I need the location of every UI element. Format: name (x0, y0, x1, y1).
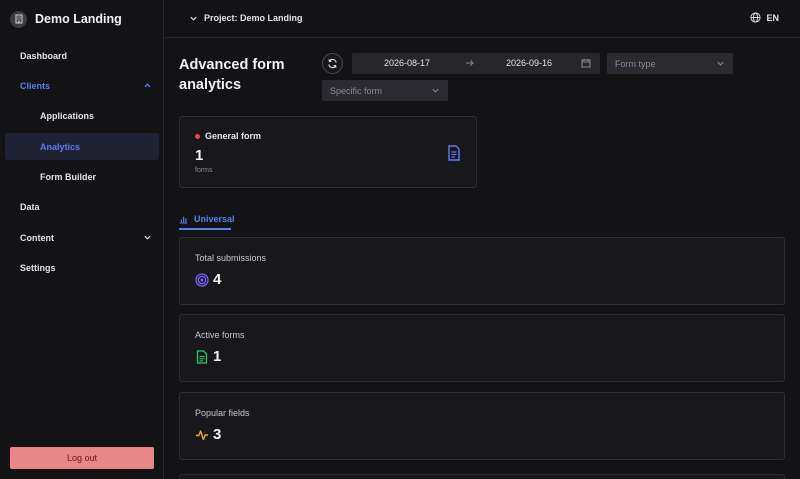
document-icon (196, 349, 208, 364)
tab-label: Universal (194, 214, 235, 224)
sidebar-item-content[interactable]: Content (5, 224, 159, 251)
sidebar: Demo Landing Dashboard Clients Applicati… (0, 0, 164, 479)
arrow-right-icon (466, 60, 474, 66)
language-label: EN (766, 12, 779, 23)
general-form-label: General form (205, 131, 262, 141)
stat-card-partial (179, 474, 785, 479)
chevron-down-icon (717, 61, 724, 66)
language-switcher[interactable]: EN (750, 12, 779, 23)
specific-form-select[interactable]: Specific form (322, 80, 448, 101)
activity-icon (196, 429, 208, 440)
sidebar-item-analytics[interactable]: Analytics (5, 133, 159, 160)
sidebar-item-clients[interactable]: Clients (5, 72, 159, 99)
sidebar-item-label: Clients (20, 80, 51, 91)
general-form-count: 1 (195, 147, 204, 164)
status-dot (195, 134, 200, 139)
bar-chart-icon (179, 216, 188, 224)
stat-card-total-submissions: Total submissions 4 (179, 237, 785, 305)
logout-button[interactable]: Log out (10, 447, 154, 469)
sidebar-item-form-builder[interactable]: Form Builder (5, 163, 159, 190)
form-type-placeholder: Form type (615, 58, 656, 69)
sidebar-item-settings[interactable]: Settings (5, 254, 159, 281)
stat-label: Popular fields (195, 408, 250, 418)
chevron-down-icon (190, 16, 197, 21)
stat-label: Total submissions (195, 253, 267, 263)
form-type-select[interactable]: Form type (607, 53, 733, 74)
building-icon (10, 10, 27, 28)
stat-label: Active forms (195, 330, 245, 340)
sidebar-item-label: Form Builder (40, 171, 97, 182)
sidebar-item-dashboard[interactable]: Dashboard (5, 42, 159, 69)
project-label: Project: Demo Landing (204, 13, 303, 23)
brand[interactable]: Demo Landing (10, 9, 122, 29)
date-start[interactable]: 2026-08-17 (384, 58, 430, 68)
sidebar-item-label: Dashboard (20, 50, 68, 61)
calendar-icon (581, 59, 591, 68)
target-icon (195, 272, 209, 287)
page-title: Advanced form analytics (179, 57, 285, 93)
stat-card-popular-fields: Popular fields 3 (179, 392, 785, 460)
specific-form-placeholder: Specific form (330, 85, 383, 96)
globe-icon (750, 12, 762, 23)
refresh-button[interactable] (322, 53, 343, 74)
sidebar-item-label: Settings (20, 262, 56, 273)
stat-value: 1 (213, 348, 222, 365)
stat-value: 4 (213, 271, 222, 288)
sidebar-item-label: Content (20, 232, 54, 243)
refresh-icon (328, 58, 337, 69)
stat-card-active-forms: Active forms 1 (179, 314, 785, 382)
date-end[interactable]: 2026-09-16 (506, 58, 552, 68)
general-form-card[interactable]: General form 1 forms (179, 116, 477, 188)
brand-title: Demo Landing (35, 12, 122, 26)
sidebar-item-label: Applications (40, 110, 95, 121)
date-range-picker[interactable]: 2026-08-17 2026-09-16 (352, 53, 600, 74)
stat-value: 3 (213, 426, 222, 443)
project-selector[interactable]: Project: Demo Landing (189, 13, 303, 23)
general-form-unit: forms (195, 167, 213, 174)
tab-universal[interactable]: Universal (179, 209, 235, 229)
tab-underline (179, 228, 231, 230)
chevron-down-icon (432, 88, 439, 93)
sidebar-item-label: Analytics (40, 141, 81, 152)
sidebar-item-data[interactable]: Data (5, 193, 159, 220)
chevron-up-icon (144, 83, 151, 88)
topbar: Project: Demo Landing EN (165, 0, 800, 38)
chevron-down-icon (144, 235, 151, 240)
sidebar-item-applications[interactable]: Applications (5, 102, 159, 129)
document-icon (448, 145, 460, 161)
sidebar-item-label: Data (20, 201, 40, 212)
